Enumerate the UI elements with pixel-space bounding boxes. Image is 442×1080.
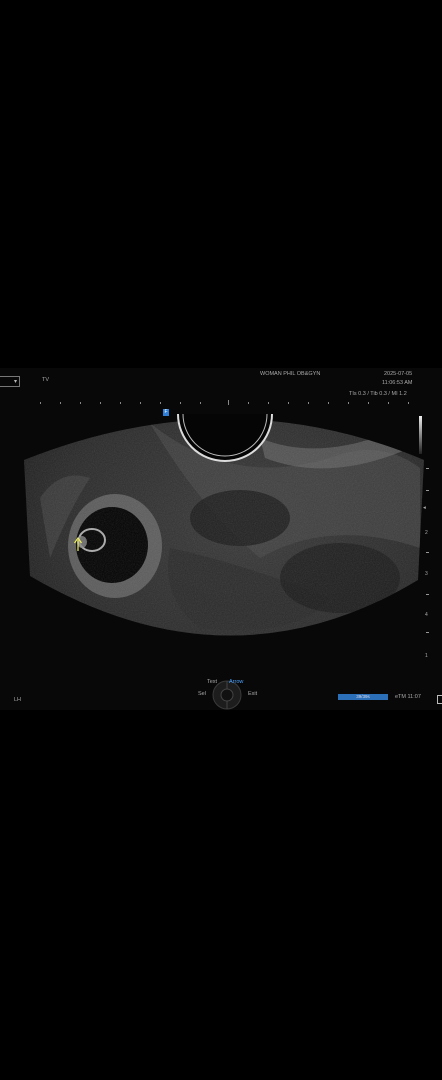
depth-label: 3 bbox=[425, 571, 428, 577]
exit-button[interactable]: Exit bbox=[248, 691, 257, 698]
gain-bar bbox=[419, 416, 422, 454]
depth-label: 1 bbox=[425, 653, 428, 659]
depth-label: 4 bbox=[425, 612, 428, 618]
depth-tick bbox=[426, 490, 429, 491]
depth-tick bbox=[426, 468, 429, 469]
focus-marker: F bbox=[163, 409, 169, 416]
cine-progress-label: 39/39s bbox=[356, 694, 370, 699]
ultrasound-image bbox=[24, 400, 424, 636]
side-panel-toggle[interactable] bbox=[437, 695, 442, 704]
depth-label: 2 bbox=[425, 530, 428, 536]
text-mode-button[interactable]: Text bbox=[207, 679, 217, 686]
side-label: LH bbox=[14, 697, 22, 703]
depth-tick bbox=[426, 552, 429, 553]
depth-tick bbox=[426, 632, 429, 633]
cine-progress-bar[interactable]: 39/39s bbox=[338, 694, 388, 700]
depth-tick bbox=[426, 594, 429, 595]
lateral-ruler bbox=[40, 400, 409, 405]
select-button[interactable]: Sel bbox=[198, 691, 206, 698]
thermal-info: eTM 11:07 bbox=[395, 694, 421, 700]
arrow-mode-button[interactable]: Arrow bbox=[229, 679, 243, 686]
focus-pointer: ◂ bbox=[423, 505, 426, 511]
